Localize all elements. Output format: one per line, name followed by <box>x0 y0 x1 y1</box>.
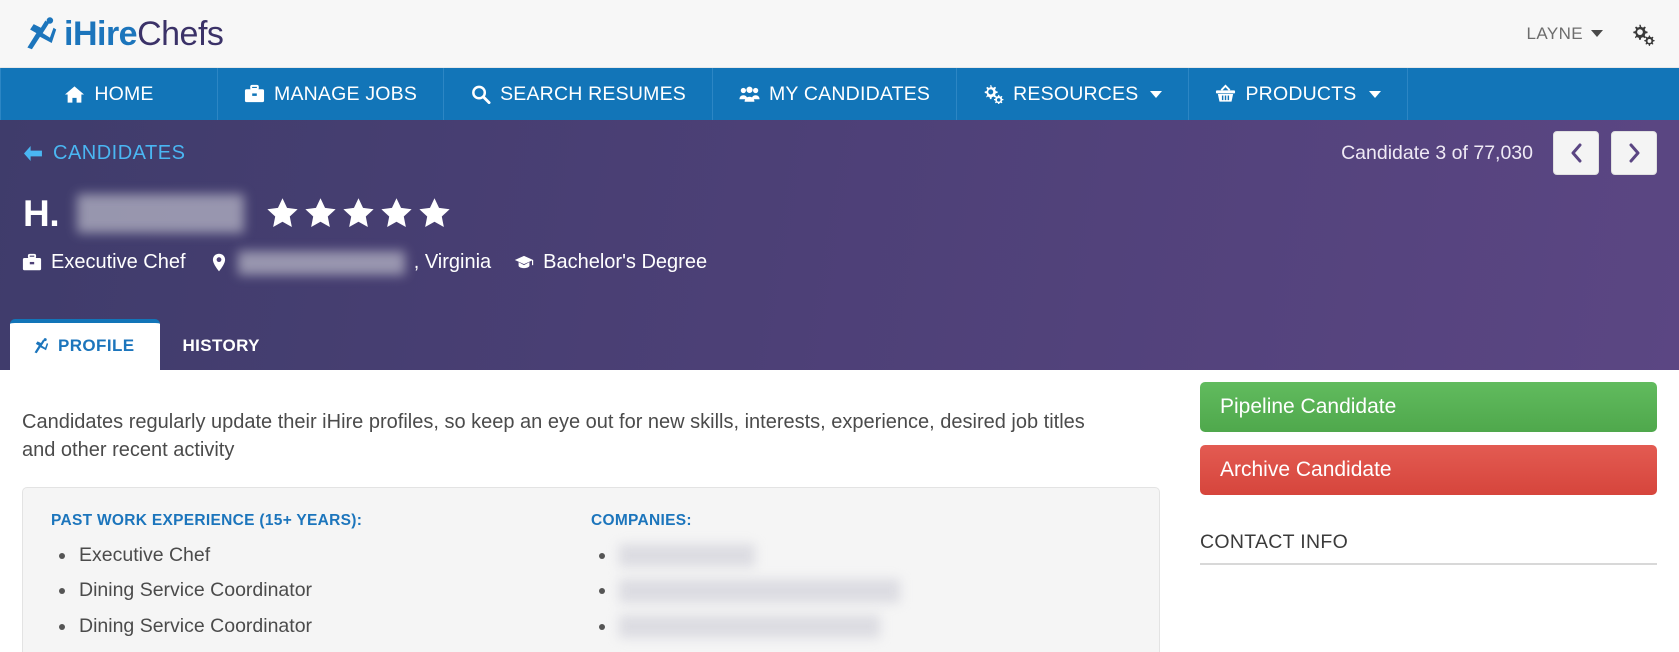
graduation-cap-icon <box>514 256 534 269</box>
users-icon <box>739 86 760 102</box>
companies-column: COMPANIES: Ivy The Towers Brookdale Broo… <box>591 512 1131 650</box>
user-menu[interactable]: LAYNE <box>1526 23 1603 44</box>
back-to-candidates-label: CANDIDATES <box>53 141 186 164</box>
star-icon <box>305 198 336 228</box>
list-item: Brookdale Brookdale Midlothian <box>591 579 1131 603</box>
archive-candidate-button[interactable]: Archive Candidate <box>1200 445 1657 495</box>
tab-profile[interactable]: PROFILE <box>10 319 161 370</box>
nav-item-my-candidates-label: MY CANDIDATES <box>768 82 931 105</box>
site-logo[interactable]: iHireChefs <box>22 14 224 53</box>
star-icon <box>419 198 450 228</box>
chevron-right-icon <box>1629 143 1639 163</box>
list-item: Dining Service Coordinator <box>51 615 591 638</box>
list-item: Ivy The Towers <box>591 543 1131 568</box>
candidate-hero: CANDIDATES Candidate 3 of 77,030 H. Swee… <box>0 120 1679 370</box>
top-bar: iHireChefs LAYNE <box>0 0 1679 68</box>
companies-heading: COMPANIES: <box>591 511 692 529</box>
star-icon <box>343 198 374 228</box>
chevron-left-icon <box>1571 143 1581 163</box>
companies-list: Ivy The Towers Brookdale Brookdale Midlo… <box>591 543 1131 638</box>
nav-item-resources[interactable]: RESOURCES <box>957 68 1190 120</box>
list-item: Dining Service Coordinator <box>51 579 591 602</box>
top-bar-actions: LAYNE <box>1527 22 1662 46</box>
candidate-state-label: , Virginia <box>413 251 492 274</box>
profile-main-column: Candidates regularly update their iHire … <box>22 370 1160 652</box>
list-item: Executive Chef <box>51 544 591 567</box>
nav-item-my-candidates[interactable]: MY CANDIDATES <box>713 68 958 120</box>
candidate-first-name: H. <box>23 192 60 234</box>
logo-primary: iHire <box>64 14 138 53</box>
profile-summary-panel: PAST WORK EXPERIENCE (15+ YEARS): Execut… <box>22 486 1160 652</box>
past-work-experience-column: PAST WORK EXPERIENCE (15+ YEARS): Execut… <box>51 512 591 650</box>
chevron-down-icon <box>1368 90 1381 98</box>
search-icon <box>472 85 491 104</box>
home-icon <box>65 86 85 103</box>
briefcase-icon <box>22 254 42 271</box>
hero-top-row: CANDIDATES Candidate 3 of 77,030 <box>22 120 1657 180</box>
profile-sidebar: Pipeline Candidate Archive Candidate CON… <box>1200 370 1657 652</box>
cogs-icon <box>984 85 1004 104</box>
caret-down-icon <box>1591 30 1603 37</box>
candidate-last-name-redacted: Sweeney <box>77 194 244 233</box>
nav-item-manage-jobs-label: MANAGE JOBS <box>274 82 418 105</box>
pipeline-candidate-button[interactable]: Pipeline Candidate <box>1200 382 1657 432</box>
past-work-experience-list: Executive Chef Dining Service Coordinato… <box>51 544 591 638</box>
pager-position-text: Candidate 3 of 77,030 <box>1341 141 1533 164</box>
shopping-basket-icon <box>1216 84 1236 102</box>
next-candidate-button[interactable] <box>1611 131 1657 175</box>
nav-item-products[interactable]: PRODUCTS <box>1189 68 1408 120</box>
candidate-city-redacted: North Chesterfield <box>237 250 405 275</box>
main-navigation: HOME MANAGE JOBS SEARCH RESUMES MY CANDI… <box>0 68 1679 120</box>
chevron-down-icon <box>1150 90 1163 98</box>
star-icon <box>381 198 412 228</box>
nav-item-home[interactable]: HOME <box>0 68 218 120</box>
page-content: Candidates regularly update their iHire … <box>0 370 1679 652</box>
candidate-education-label: Bachelor's Degree <box>543 251 708 274</box>
nav-item-products-label: PRODUCTS <box>1245 82 1357 105</box>
ihire-runner-mark-icon <box>34 338 49 354</box>
profile-intro-text: Candidates regularly update their iHire … <box>22 411 1085 462</box>
nav-item-search-resumes-label: SEARCH RESUMES <box>500 82 686 105</box>
tab-history-label: HISTORY <box>182 336 260 355</box>
ihire-runner-mark-icon <box>27 16 57 49</box>
nav-item-overflow[interactable] <box>1408 68 1679 120</box>
candidate-name-row: H. Sweeney <box>22 194 1657 233</box>
previous-candidate-button[interactable] <box>1553 131 1599 175</box>
candidate-pager: Candidate 3 of 77,030 <box>1341 131 1657 175</box>
nav-item-resources-label: RESOURCES <box>1013 82 1139 105</box>
candidate-meta-row: Executive Chef North Chesterfield , Virgi… <box>22 250 1657 275</box>
map-pin-icon <box>212 254 225 272</box>
company-name-redacted: Ivy The Towers <box>619 543 756 568</box>
tab-profile-label: PROFILE <box>58 336 135 355</box>
nav-item-home-label: HOME <box>94 82 154 105</box>
company-name-redacted: Brookdale Brookdale Littleton <box>619 614 880 638</box>
arrow-left-icon <box>24 145 42 161</box>
candidate-location: North Chesterfield , Virginia <box>209 250 492 275</box>
logo-wordmark: iHireChefs <box>64 14 224 53</box>
past-work-experience-heading: PAST WORK EXPERIENCE (15+ YEARS): <box>51 511 363 529</box>
contact-info-heading: CONTACT INFO <box>1200 531 1657 565</box>
candidate-job-title: Executive Chef <box>22 251 186 274</box>
candidate-education: Bachelor's Degree <box>514 251 707 274</box>
list-item: Brookdale Brookdale Littleton <box>591 614 1131 638</box>
nav-item-search-resumes[interactable]: SEARCH RESUMES <box>444 68 713 120</box>
candidate-rating <box>266 197 451 229</box>
logo-secondary: Chefs <box>137 14 224 53</box>
cogs-icon[interactable] <box>1629 22 1655 46</box>
tab-history[interactable]: HISTORY <box>160 323 285 370</box>
company-name-redacted: Brookdale Brookdale Midlothian <box>619 579 901 603</box>
briefcase-icon <box>244 84 265 103</box>
candidate-tabs: PROFILE HISTORY <box>10 319 286 370</box>
user-menu-label: LAYNE <box>1526 23 1583 43</box>
nav-item-manage-jobs[interactable]: MANAGE JOBS <box>218 68 445 120</box>
candidate-job-title-label: Executive Chef <box>51 251 186 274</box>
back-to-candidates-link[interactable]: CANDIDATES <box>22 142 185 165</box>
star-icon <box>267 198 298 228</box>
